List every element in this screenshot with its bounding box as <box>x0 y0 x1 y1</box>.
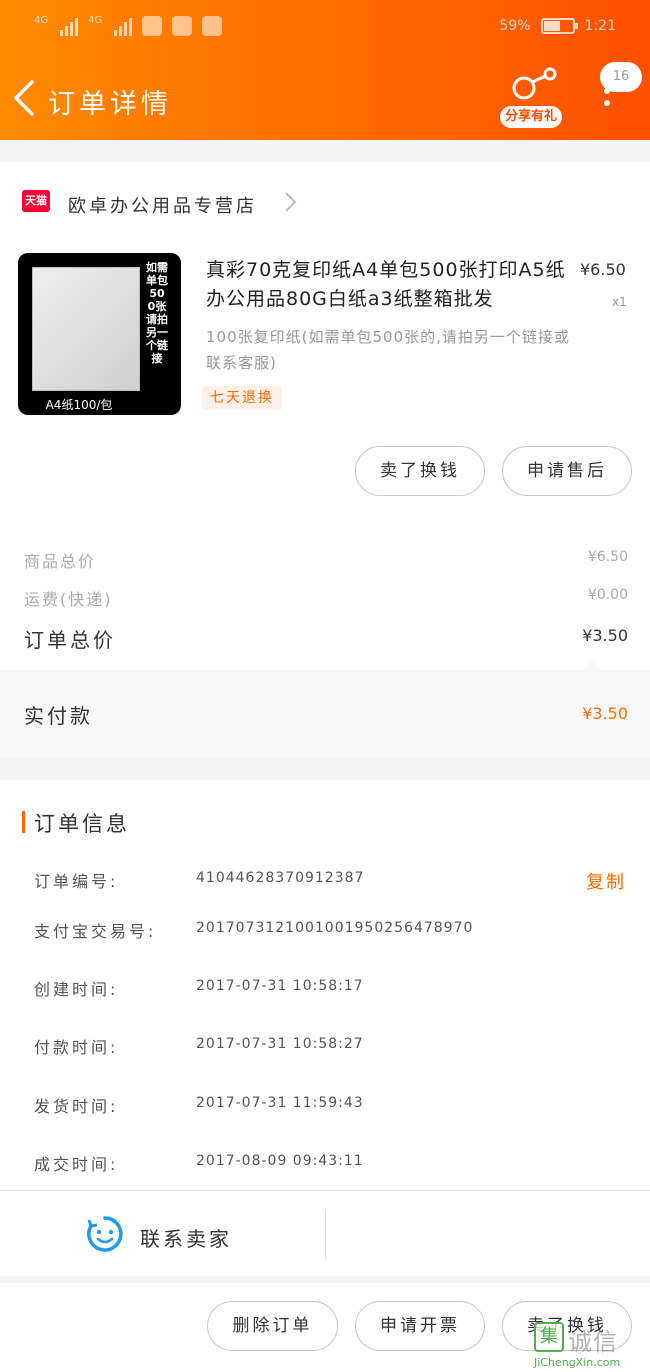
divider <box>325 1209 326 1259</box>
more-icon[interactable] <box>596 88 618 118</box>
product-price: ¥6.50 <box>580 260 626 279</box>
paid-time-label: 付款时间: <box>34 1038 119 1057</box>
watermark-logo-icon: 集 <box>534 1322 564 1352</box>
order-number-value: 41044628370912387 <box>196 870 365 886</box>
notch-arrow <box>580 660 604 672</box>
watermark-name: 诚信 <box>568 1328 618 1356</box>
delete-order-button[interactable]: 删除订单 <box>207 1301 338 1351</box>
signal-label: 4G <box>34 14 49 26</box>
back-icon[interactable] <box>10 78 40 118</box>
completed-time-value: 2017-08-09 09:43:11 <box>196 1153 364 1169</box>
product-image[interactable]: 如需单包500张请拍另一个链接 A4纸100/包 <box>18 253 181 415</box>
order-total-value: ¥3.50 <box>582 626 628 645</box>
shipping-value: ¥0.00 <box>587 587 628 603</box>
reader-icon <box>202 16 223 36</box>
order-info-title: 订单信息 <box>34 812 130 836</box>
shipped-time-value: 2017-07-31 11:59:43 <box>196 1095 364 1111</box>
shipped-time-label: 发货时间: <box>34 1097 119 1116</box>
share-button[interactable]: 分享有礼 <box>500 66 564 128</box>
completed-time-label: 成交时间: <box>34 1155 119 1174</box>
sell-button[interactable]: 卖了换钱 <box>355 446 485 496</box>
shop-row[interactable]: 天猫 欧卓办公用品专营店 <box>0 180 650 230</box>
alipay-trade-value: 2017073121001001950256478970 <box>196 920 474 936</box>
battery-icon <box>540 18 578 34</box>
shipping-label: 运费(快递) <box>24 590 113 609</box>
share-label: 分享有礼 <box>500 106 562 128</box>
goods-total-value: ¥6.50 <box>587 549 628 565</box>
signal-icon <box>60 16 79 36</box>
message-count-badge[interactable]: 16 <box>600 62 642 92</box>
battery-percent: 59% <box>499 18 531 34</box>
product-quantity: x1 <box>612 295 627 309</box>
chat-face-icon <box>87 1216 123 1252</box>
paid-amount-box: 实付款 ¥3.50 <box>0 660 650 758</box>
share-icon <box>512 67 557 100</box>
aftersale-button[interactable]: 申请售后 <box>502 446 632 496</box>
chevron-right-icon <box>285 192 297 212</box>
section-accent-bar <box>22 811 25 833</box>
contact-bar: 联系卖家 <box>0 1190 650 1276</box>
return-policy-tag: 七天退换 <box>202 386 282 410</box>
watermark-url: JiChengXin.com <box>534 1356 621 1369</box>
apply-invoice-button[interactable]: 申请开票 <box>355 1301 485 1351</box>
signal-label: 4G <box>88 14 103 26</box>
order-number-label: 订单编号: <box>34 872 119 891</box>
clock: 1:21 <box>584 18 616 34</box>
app-header: 4G 4G 59% 1:21 订单详情 分享有礼 16 <box>0 0 650 140</box>
shop-name: 欧卓办公用品专营店 <box>68 196 257 217</box>
product-sku: 100张复印纸(如需单包500张的,请拍另一个链接或联系客服) <box>206 328 570 372</box>
watermark: 集 诚信 JiChengXin.com <box>534 1322 646 1369</box>
image-side-text: 如需单包500张请拍另一个链接 <box>146 261 168 365</box>
order-total-label: 订单总价 <box>24 628 116 652</box>
paid-value: ¥3.50 <box>582 704 628 723</box>
tmall-logo: 天猫 <box>22 190 50 212</box>
wechat-icon <box>142 16 163 36</box>
paid-label: 实付款 <box>24 704 93 728</box>
copy-button[interactable]: 复制 <box>586 868 626 894</box>
product-title[interactable]: 真彩70克复印纸A4单包500张打印A5纸办公用品80G白纸a3纸整箱批发 <box>206 256 574 314</box>
image-bottom-text: A4纸100/包 <box>45 398 113 412</box>
goods-total-label: 商品总价 <box>24 552 97 571</box>
alipay-trade-label: 支付宝交易号: <box>34 922 157 941</box>
paper-illustration <box>32 267 140 391</box>
created-time-label: 创建时间: <box>34 980 119 999</box>
paid-time-value: 2017-07-31 10:58:27 <box>196 1036 364 1052</box>
status-bar: 4G 4G 59% 1:21 <box>0 0 650 56</box>
page-title: 订单详情 <box>48 89 172 120</box>
signal-icon <box>114 16 133 36</box>
created-time-value: 2017-07-31 10:58:17 <box>196 978 364 994</box>
app-icon <box>172 16 193 36</box>
contact-seller-button[interactable]: 联系卖家 <box>140 1223 232 1252</box>
